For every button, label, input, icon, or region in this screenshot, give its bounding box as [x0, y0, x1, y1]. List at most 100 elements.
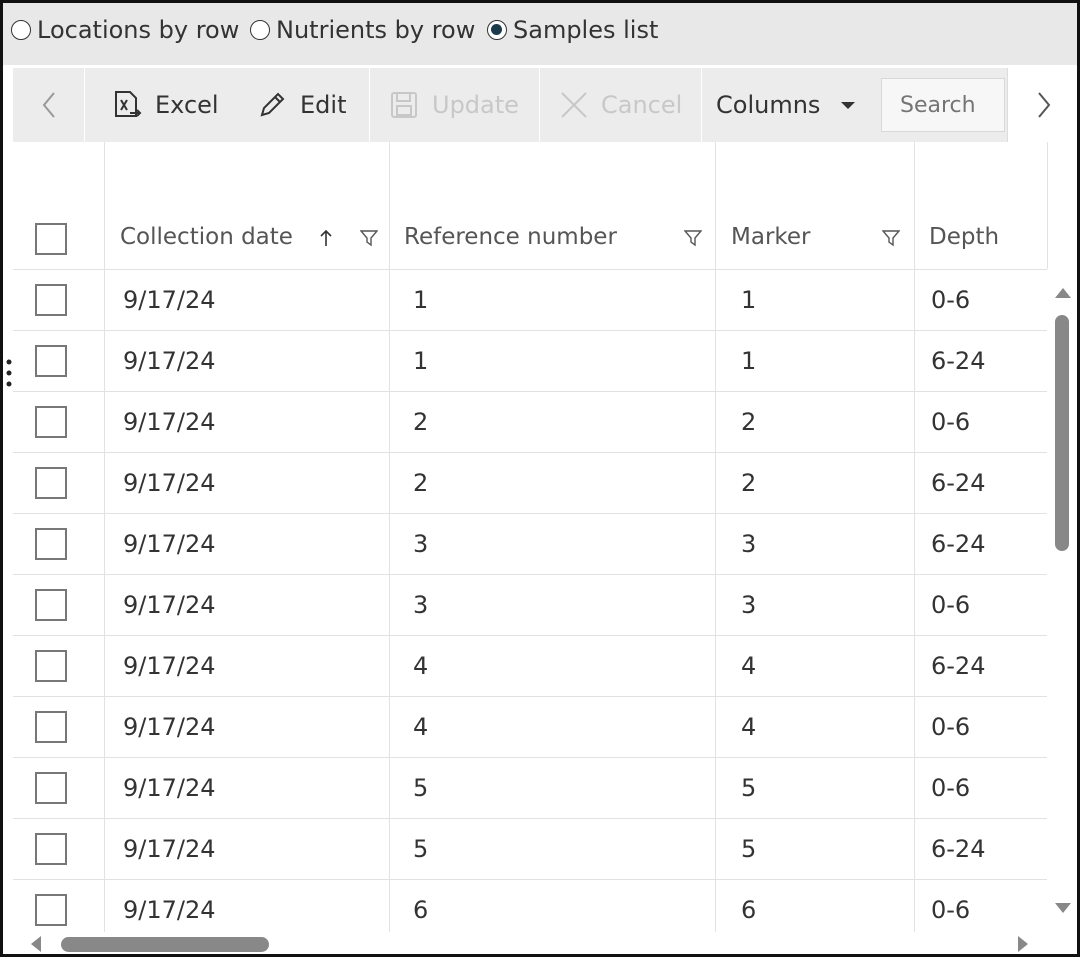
column-header-label: Collection date: [120, 224, 293, 250]
radio-locations-by-row[interactable]: Locations by row: [11, 13, 239, 47]
vertical-scrollbar[interactable]: [1047, 269, 1077, 932]
filter-icon[interactable]: [684, 229, 702, 247]
table-row[interactable]: 9/17/24 4 4 6-24: [13, 635, 1047, 697]
row-select-checkbox[interactable]: [35, 650, 67, 682]
row-select-checkbox[interactable]: [35, 528, 67, 560]
table-row[interactable]: 9/17/24 6 6 0-6: [13, 879, 1047, 932]
cell-marker: 5: [741, 834, 757, 863]
cell-reference-number: 4: [413, 651, 429, 680]
cell-depth: 0-6: [931, 285, 971, 314]
table-row[interactable]: 9/17/24 1 1 0-6: [13, 269, 1047, 331]
update-button[interactable]: Update: [389, 68, 519, 142]
cell-marker: 1: [741, 285, 757, 314]
cell-collection-date: 9/17/24: [123, 468, 216, 497]
table-header: Collection date Reference number Marker: [13, 142, 1047, 270]
excel-label: Excel: [155, 91, 219, 119]
filter-icon[interactable]: [360, 229, 378, 247]
horizontal-scroll-thumb[interactable]: [61, 937, 269, 952]
cell-collection-date: 9/17/24: [123, 346, 216, 375]
cell-depth: 6-24: [931, 834, 986, 863]
row-select-checkbox[interactable]: [35, 772, 67, 804]
cell-marker: 3: [741, 590, 757, 619]
filter-icon[interactable]: [882, 229, 900, 247]
row-select-checkbox[interactable]: [35, 345, 67, 377]
horizontal-scrollbar[interactable]: [13, 932, 1077, 954]
cell-marker: 6: [741, 895, 757, 924]
radio-circle: [11, 20, 31, 40]
select-all-checkbox[interactable]: [35, 223, 67, 255]
update-label: Update: [432, 91, 519, 119]
cell-collection-date: 9/17/24: [123, 834, 216, 863]
cell-depth: 6-24: [931, 468, 986, 497]
sort-ascending-icon[interactable]: [319, 228, 333, 248]
table-row[interactable]: 9/17/24 5 5 0-6: [13, 757, 1047, 819]
cell-depth: 6-24: [931, 346, 986, 375]
cancel-button[interactable]: Cancel: [559, 68, 682, 142]
grid-toolbar: Excel Edit Update Cancel Columns Search: [13, 68, 1077, 142]
cell-reference-number: 1: [413, 285, 429, 314]
excel-export-button[interactable]: Excel: [113, 68, 219, 142]
edit-button[interactable]: Edit: [257, 68, 346, 142]
cell-marker: 5: [741, 773, 757, 802]
column-header-label: Reference number: [404, 224, 617, 250]
cell-collection-date: 9/17/24: [123, 895, 216, 924]
cell-collection-date: 9/17/24: [123, 590, 216, 619]
save-icon: [391, 92, 417, 118]
row-select-checkbox[interactable]: [35, 284, 67, 316]
row-select-checkbox[interactable]: [35, 894, 67, 926]
chevron-left-icon: [42, 92, 55, 118]
search-input[interactable]: [881, 78, 1005, 132]
row-select-checkbox[interactable]: [35, 711, 67, 743]
cell-reference-number: 2: [413, 407, 429, 436]
cell-marker: 2: [741, 407, 757, 436]
row-select-checkbox[interactable]: [35, 406, 67, 438]
scroll-left-arrow-icon[interactable]: [29, 935, 43, 953]
table-row[interactable]: 9/17/24 5 5 6-24: [13, 818, 1047, 880]
vertical-scroll-thumb[interactable]: [1055, 315, 1069, 551]
view-options-bar: Locations by row Nutrients by row Sample…: [3, 3, 1077, 65]
table-row[interactable]: 9/17/24 4 4 0-6: [13, 696, 1047, 758]
scroll-down-arrow-icon[interactable]: [1053, 901, 1073, 915]
cell-reference-number: 3: [413, 529, 429, 558]
cell-collection-date: 9/17/24: [123, 712, 216, 741]
column-header-reference-number[interactable]: Reference number: [404, 220, 714, 254]
column-header-marker[interactable]: Marker: [731, 220, 911, 254]
radio-samples-list[interactable]: Samples list: [487, 13, 658, 47]
scroll-up-arrow-icon[interactable]: [1053, 286, 1073, 300]
cell-collection-date: 9/17/24: [123, 651, 216, 680]
table-row[interactable]: 9/17/24 1 1 6-24: [13, 330, 1047, 392]
cell-marker: 4: [741, 651, 757, 680]
table-row[interactable]: 9/17/24 3 3 0-6: [13, 574, 1047, 636]
samples-table: Collection date Reference number Marker: [13, 142, 1077, 932]
drag-handle-icon[interactable]: [6, 359, 12, 387]
row-select-checkbox[interactable]: [35, 467, 67, 499]
row-select-checkbox[interactable]: [35, 589, 67, 621]
columns-dropdown[interactable]: Columns: [716, 68, 856, 142]
toolbar-scroll-right-button[interactable]: [1007, 68, 1077, 142]
cell-depth: 6-24: [931, 529, 986, 558]
excel-export-icon: [115, 91, 142, 117]
samples-grid-window: Locations by row Nutrients by row Sample…: [0, 0, 1080, 957]
row-select-checkbox[interactable]: [35, 833, 67, 865]
cell-reference-number: 4: [413, 712, 429, 741]
cancel-label: Cancel: [601, 91, 683, 119]
table-row[interactable]: 9/17/24 3 3 6-24: [13, 513, 1047, 575]
cell-collection-date: 9/17/24: [123, 407, 216, 436]
cell-reference-number: 5: [413, 773, 429, 802]
cell-depth: 0-6: [931, 773, 971, 802]
toolbar-scroll-left-button[interactable]: [13, 68, 84, 142]
radio-circle: [250, 20, 270, 40]
radio-nutrients-by-row[interactable]: Nutrients by row: [250, 13, 475, 47]
edit-label: Edit: [300, 91, 347, 119]
pencil-icon: [260, 92, 285, 117]
cell-reference-number: 3: [413, 590, 429, 619]
table-row[interactable]: 9/17/24 2 2 6-24: [13, 452, 1047, 514]
table-row[interactable]: 9/17/24 2 2 0-6: [13, 391, 1047, 453]
radio-label: Samples list: [513, 16, 659, 44]
column-header-collection-date[interactable]: Collection date: [120, 220, 390, 254]
column-header-depth[interactable]: Depth: [929, 220, 1039, 254]
cell-marker: 3: [741, 529, 757, 558]
cell-reference-number: 1: [413, 346, 429, 375]
scroll-right-arrow-icon[interactable]: [1016, 935, 1030, 953]
cell-marker: 2: [741, 468, 757, 497]
